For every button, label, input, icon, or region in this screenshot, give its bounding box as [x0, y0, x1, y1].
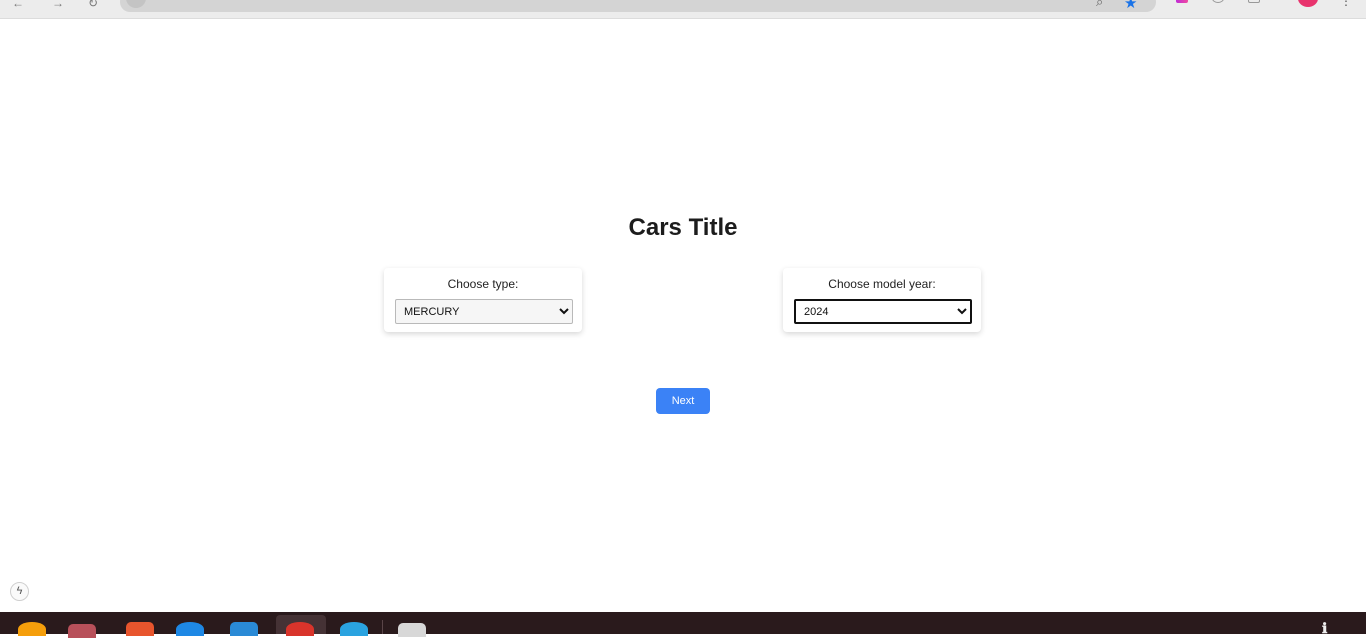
back-arrow-icon[interactable]: ← [12, 0, 24, 10]
avatar[interactable] [1298, 0, 1318, 7]
extension-icon[interactable] [1212, 0, 1224, 3]
type-select[interactable]: MERCURY [395, 299, 573, 324]
address-bar[interactable] [120, 0, 1156, 12]
lightning-bolt-icon[interactable]: ϟ [10, 582, 29, 601]
window-icon[interactable] [398, 623, 426, 637]
model-year-select[interactable]: 2024 [794, 299, 972, 324]
reload-icon[interactable]: ↻ [88, 0, 98, 10]
zoom-icon[interactable]: ⌕ [1096, 0, 1103, 10]
taskbar-separator [382, 620, 383, 634]
files-folder-icon[interactable] [68, 624, 96, 638]
page-title: Cars Title [628, 214, 738, 241]
type-select-card: Choose type: MERCURY [384, 268, 582, 332]
model-year-select-card: Choose model year: 2024 [783, 268, 981, 332]
os-taskbar: ℹ [0, 612, 1366, 638]
forward-arrow-icon[interactable]: → [52, 0, 64, 10]
tab-search-icon[interactable] [1248, 0, 1260, 3]
system-status-icon[interactable]: ℹ [1322, 620, 1327, 637]
model-year-select-label: Choose model year: [828, 277, 936, 291]
next-button[interactable]: Next [656, 388, 710, 414]
type-select-label: Choose type: [447, 277, 519, 291]
extension-icon[interactable] [1176, 0, 1188, 3]
kebab-menu-icon[interactable]: ⋮ [1340, 0, 1352, 8]
bookmark-star-icon[interactable]: ★ [1124, 0, 1137, 12]
browser-toolbar: ← → ↻ ⌕ ★ ⋮ [0, 0, 1366, 19]
